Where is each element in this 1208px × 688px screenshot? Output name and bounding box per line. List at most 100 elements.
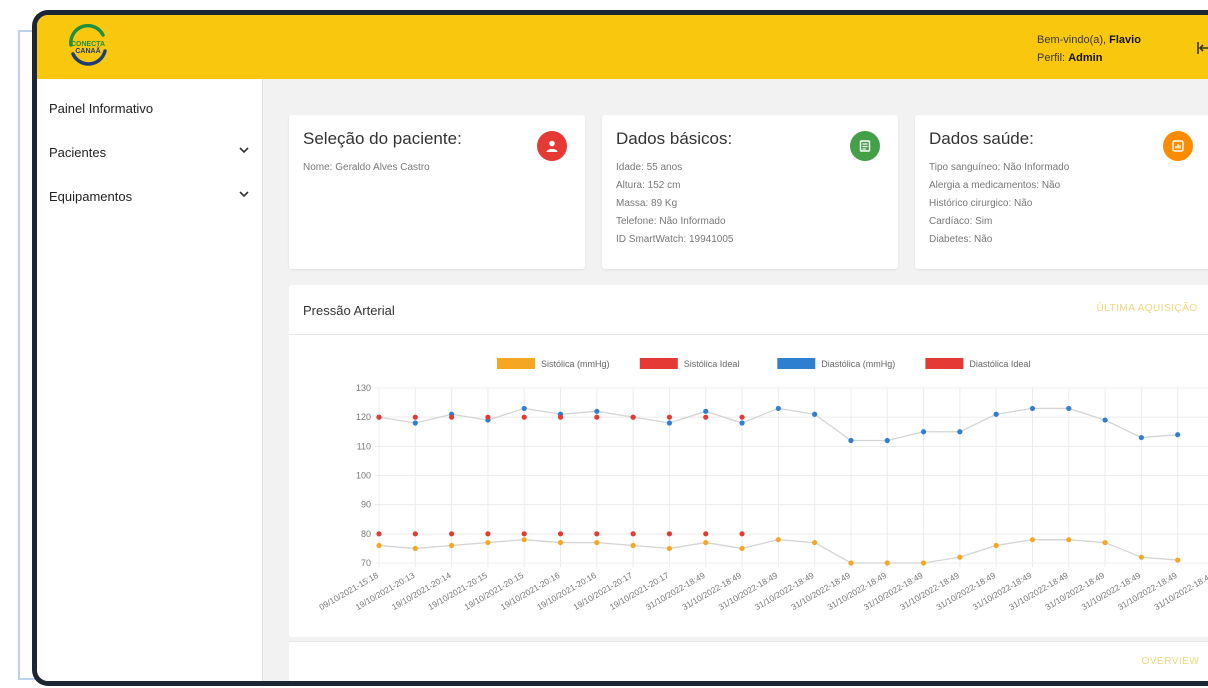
data-point [412,420,418,426]
health-diabetes: Diabetes: Não [929,234,993,245]
overview-link[interactable]: OVERVIEW › [1142,656,1208,667]
y-tick-label: 120 [356,412,371,422]
data-point [666,414,673,420]
legend-label: Sistólica Ideal [684,359,740,369]
data-point [557,414,564,420]
legend-swatch [925,358,964,369]
data-point [703,414,709,420]
data-point [485,414,491,420]
legend-label: Sistólica (mmHg) [541,359,610,369]
data-point [775,405,781,412]
data-point [1029,537,1036,543]
data-point [630,542,636,549]
data-point [848,560,854,566]
data-point [1138,554,1144,560]
data-point [412,545,418,552]
blood-pressure-card: Pressão Arterial ÚLTIMA AQUISIÇÃO ▾ 130 1… [289,285,1208,637]
sidebar-item-label: Pacientes [49,145,107,160]
last-acquisition-label: ÚLTIMA AQUISIÇÃO [1096,303,1198,314]
x-tick-label: 09/10/2021-15:18 [317,570,380,612]
person-icon [537,131,567,161]
sidebar-item-pacientes[interactable]: Pacientes [49,145,249,160]
basic-info: Idade: 55 anos Altura: 152 cm Massa: 89 … [616,159,733,249]
data-point [557,531,564,537]
data-point [666,545,673,552]
sidebar-item-label: Equipamentos [49,189,133,204]
data-point [449,542,455,549]
document-icon [850,131,880,161]
y-tick-label: 80 [361,529,371,539]
sidebar: Painel Informativo Pacientes Equipamento… [37,79,263,681]
conecta-canaa-logo[interactable]: CONECTA CANAÃ [63,21,113,71]
chevron-down-icon [239,189,249,202]
y-tick-label: 110 [357,441,371,451]
data-point [1066,537,1072,543]
y-tick-label: 70 [361,558,371,568]
card-title: Dados básicos: [616,129,733,148]
basic-mass: Massa: 89 Kg [616,198,678,209]
data-point [993,542,999,549]
data-point [957,554,963,560]
data-point [739,420,745,426]
user-greeting: Bem-vindo(a), Flavio Perfil: Admin [1037,31,1141,67]
data-point [775,537,781,543]
data-point [812,411,818,417]
health-allergy: Alergia a medicamentos: Não [929,180,1061,191]
logo-text-2: CANAÃ [75,46,100,55]
data-point [1029,405,1036,412]
chart-title: Pressão Arterial [303,303,395,318]
data-point [703,539,709,546]
x-tick-label: 31/10/2022-18:49 [1152,570,1208,612]
data-point [1102,417,1108,423]
data-point [376,414,382,420]
chart-icon [1163,131,1193,161]
basic-height: Altura: 152 cm [616,180,681,191]
patient-selection-card: Seleção do paciente: Nome: Geraldo Alves… [289,115,585,269]
data-point [376,542,382,549]
chevron-right-icon: › [1203,656,1208,667]
legend-swatch [777,358,816,369]
data-point [1175,557,1181,563]
legend-swatch [497,358,535,369]
data-point [412,531,418,537]
chevron-down-icon: ▾ [1201,303,1208,314]
legend-swatch [639,358,678,369]
data-point [521,537,527,543]
welcome-prefix: Bem-vindo(a), [1037,34,1110,46]
data-point [884,560,890,566]
logout-icon [1197,42,1208,54]
logo-text-1: CONECTA [71,41,105,48]
logout-button[interactable] [1197,41,1208,58]
app-window: CONECTA CANAÃ Bem-vindo(a), Flavio Perfi… [32,10,1208,686]
card-title: Dados saúde: [929,129,1034,148]
data-point [666,420,673,426]
data-point [993,411,999,417]
data-point [521,405,527,412]
sidebar-item-label: Painel Informativo [49,101,154,116]
data-point [739,414,745,420]
data-point [1175,432,1181,438]
chart-header: Pressão Arterial ÚLTIMA AQUISIÇÃO ▾ [289,285,1208,335]
blood-pressure-chart: 13012011010090807009/10/2021-15:1819/10/… [317,358,1208,612]
data-point [812,539,818,546]
y-tick-label: 90 [361,500,371,510]
data-point [485,539,491,546]
sidebar-item-painel-informativo[interactable]: Painel Informativo [49,101,249,116]
data-point [594,414,600,420]
sidebar-item-equipamentos[interactable]: Equipamentos [49,189,249,204]
data-point [703,531,709,537]
data-point [884,437,890,444]
data-point [957,429,963,435]
data-point [376,531,382,537]
health-data-card: Dados saúde: Tipo sanguíneo: Não Informa… [915,115,1208,269]
data-point [666,531,673,537]
basic-age: Idade: 55 anos [616,162,683,173]
health-cardiac: Cardíaco: Sim [929,216,993,227]
overview-footer: OVERVIEW › [289,641,1208,681]
health-info: Tipo sanguíneo: Não Informado Alergia a … [929,159,1069,249]
last-acquisition-dropdown[interactable]: ÚLTIMA AQUISIÇÃO ▾ [1096,303,1208,314]
data-point [630,531,636,537]
data-point [1066,405,1072,412]
health-surgery: Histórico cirurgico: Não [929,198,1033,209]
welcome-name: Flavio [1109,34,1141,46]
